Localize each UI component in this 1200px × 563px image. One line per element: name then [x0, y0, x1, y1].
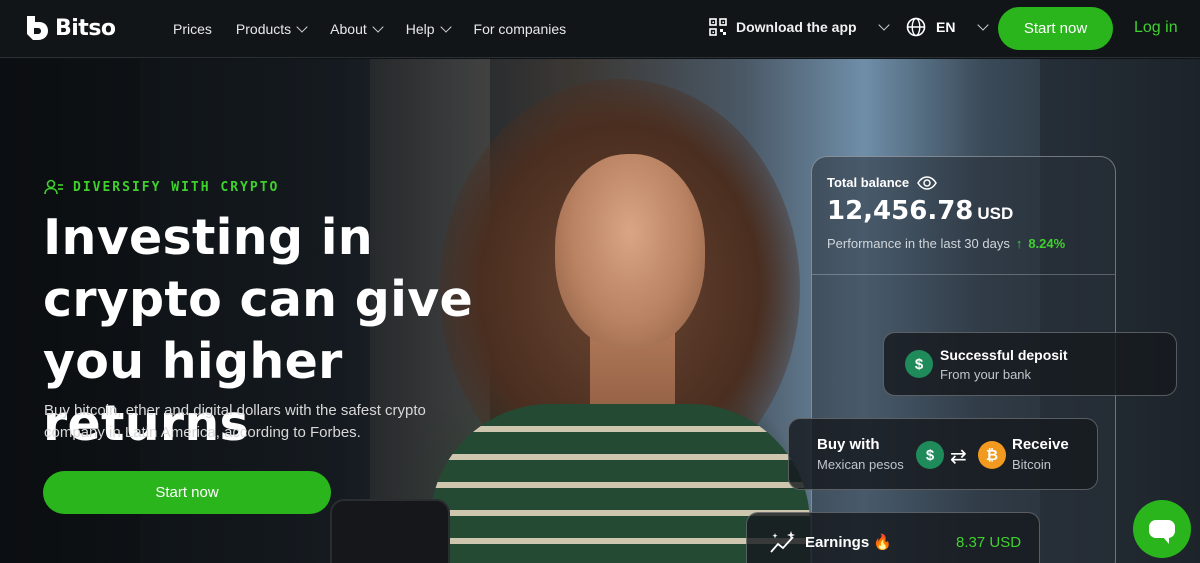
- chevron-down-icon: [877, 19, 890, 31]
- globe-icon: [906, 17, 926, 37]
- chat-support-button[interactable]: [1133, 500, 1191, 558]
- chevron-down-icon: [372, 21, 384, 33]
- hero-subtitle: Buy bitcoin, ether and digital dollars w…: [44, 402, 426, 441]
- chevron-down-icon: [296, 21, 308, 33]
- nav-prices-label: Prices: [173, 21, 212, 37]
- hero-eyebrow-label: DIVERSIFY WITH CRYPTO: [73, 179, 280, 195]
- performance-row: Performance in the last 30 days ↑ 8.24%: [827, 236, 1100, 251]
- fire-icon: 🔥: [873, 534, 893, 551]
- earnings-card: Earnings 🔥 8.37 USD: [746, 512, 1040, 563]
- balance-summary: Total balance 12,456.78 USD Performance …: [812, 157, 1115, 275]
- brand-name: Bitso: [55, 15, 116, 41]
- nav-about-label: About: [330, 21, 367, 37]
- dollar-icon: $: [905, 350, 933, 378]
- balance-currency: USD: [977, 204, 1014, 223]
- swap-icon: ⇄: [950, 446, 967, 468]
- nav-prices[interactable]: Prices: [173, 21, 212, 37]
- total-balance-label: Total balance: [827, 175, 910, 190]
- performance-label: Performance in the last 30 days: [827, 236, 1010, 251]
- nav-products[interactable]: Products: [235, 21, 308, 37]
- bitso-logo-icon: [27, 16, 48, 40]
- chevron-down-icon: [977, 19, 990, 31]
- main-menu: Prices Products About Help For companies: [173, 0, 566, 58]
- deposit-title: Successful deposit: [940, 347, 1068, 363]
- performance-value: 8.24%: [1028, 236, 1066, 251]
- hero-section: DIVERSIFY WITH CRYPTO Investing in crypt…: [0, 59, 1200, 563]
- earnings-label: Earnings: [805, 534, 870, 551]
- deposit-subtitle: From your bank: [940, 367, 1032, 382]
- nav-help[interactable]: Help: [405, 21, 452, 37]
- chevron-down-icon: [439, 21, 452, 33]
- total-balance-label-row: Total balance: [827, 175, 1100, 190]
- dollar-icon: $: [916, 441, 944, 469]
- hero-photo-face: [555, 154, 705, 349]
- receive-subtitle: Bitcoin: [1012, 457, 1052, 472]
- nav-about[interactable]: About: [330, 21, 384, 37]
- nav-products-label: Products: [235, 21, 292, 37]
- nav-for-companies-label: For companies: [473, 21, 567, 37]
- start-now-button[interactable]: Start now: [43, 471, 331, 514]
- hero-photo-phone: [330, 499, 450, 563]
- balance-amount: 12,456.78: [827, 196, 974, 226]
- hero-eyebrow: DIVERSIFY WITH CRYPTO: [44, 179, 279, 195]
- buy-card: Buy with Mexican pesos $ ⇄ ₿ Receive Bit…: [788, 418, 1098, 490]
- chat-bubble-icon: [1149, 520, 1175, 544]
- page: Bitso Prices Products About Help For com…: [0, 0, 1200, 563]
- bitcoin-icon: ₿: [978, 441, 1006, 469]
- top-navbar: Bitso Prices Products About Help For com…: [0, 0, 1200, 58]
- language-selector[interactable]: EN: [906, 17, 990, 37]
- deposit-card: $ Successful deposit From your bank: [883, 332, 1177, 396]
- user-icon: [44, 179, 63, 195]
- language-label: EN: [936, 19, 956, 35]
- login-link[interactable]: Log in: [1134, 19, 1178, 37]
- earnings-value: 8.37 USD: [956, 534, 1022, 551]
- buy-title: Buy with: [817, 436, 880, 453]
- nav-help-label: Help: [405, 21, 435, 37]
- earnings-title: Earnings 🔥: [805, 533, 892, 551]
- start-now-nav-button[interactable]: Start now: [998, 7, 1113, 50]
- eye-icon[interactable]: [917, 175, 937, 190]
- bitso-logo[interactable]: Bitso: [25, 15, 116, 41]
- balance-amount-row: 12,456.78 USD: [827, 196, 1100, 226]
- download-app-label: Download the app: [736, 19, 857, 35]
- buy-subtitle: Mexican pesos: [817, 457, 904, 472]
- nav-for-companies[interactable]: For companies: [474, 21, 567, 37]
- download-app-menu[interactable]: Download the app: [709, 18, 890, 36]
- qr-code-icon: [709, 18, 727, 36]
- sparkle-chart-icon: [770, 531, 795, 553]
- receive-title: Receive: [1012, 436, 1069, 453]
- arrow-up-icon: ↑: [1015, 236, 1023, 251]
